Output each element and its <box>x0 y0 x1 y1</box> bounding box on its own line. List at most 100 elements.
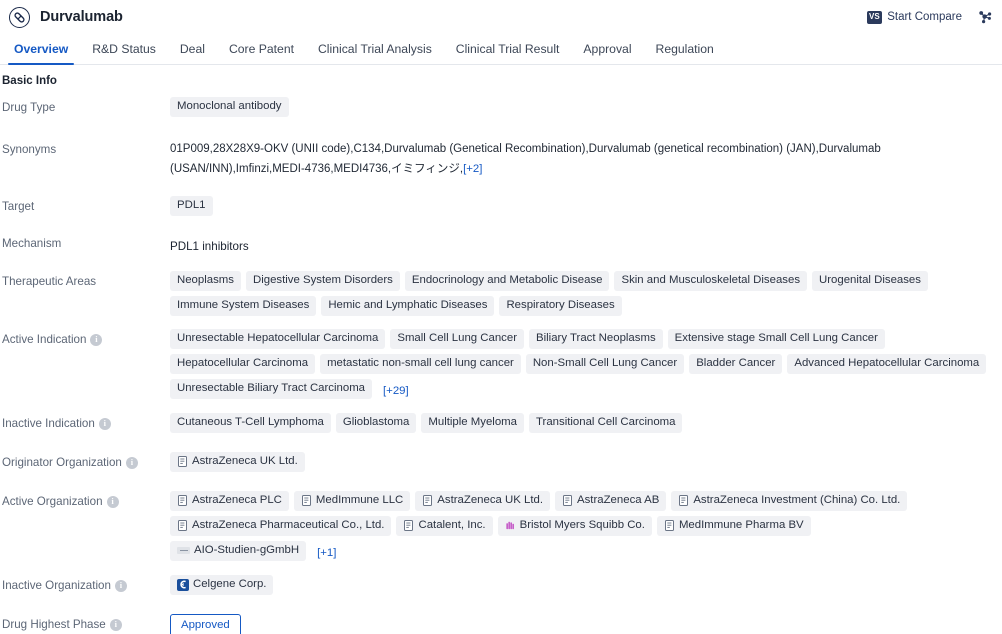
row-drug-type: Drug Type Monoclonal antibody <box>0 96 1002 122</box>
therapeutic-area-tag[interactable]: Neoplasms <box>170 271 241 291</box>
active-organization-tag[interactable]: AstraZeneca UK Ltd. <box>415 491 551 511</box>
row-value: 01P009,28X28X9-OKV (UNII code),C134,Durv… <box>170 138 1002 179</box>
synonyms-more-link[interactable]: [+2] <box>463 163 482 175</box>
active-organization-tag[interactable]: Bristol Myers Squibb Co. <box>497 516 652 536</box>
tag-label: Celgene Corp. <box>193 578 267 590</box>
info-icon[interactable]: i <box>114 579 127 592</box>
tag-label: Cutaneous T-Cell Lymphoma <box>177 416 324 428</box>
bms-logo-icon <box>505 520 516 531</box>
tag-label: AstraZeneca PLC <box>192 494 282 506</box>
row-target: Target PDL1 <box>0 195 1002 221</box>
celgene-logo-icon <box>177 578 189 591</box>
therapeutic-area-tag[interactable]: Skin and Musculoskeletal Diseases <box>614 271 808 291</box>
inactive-indication-tag[interactable]: Transitional Cell Carcinoma <box>529 413 683 433</box>
tag-label: metastatic non-small cell lung cancer <box>327 357 514 369</box>
tag-label: Unresectable Hepatocellular Carcinoma <box>177 332 379 344</box>
active-indication-tag[interactable]: Extensive stage Small Cell Lung Cancer <box>667 329 885 349</box>
active-indication-tag[interactable]: Unresectable Biliary Tract Carcinoma <box>170 379 373 399</box>
vs-badge: VS <box>866 10 883 24</box>
tab-rd-status[interactable]: R&D Status <box>80 34 168 64</box>
building-icon <box>403 520 414 532</box>
tag-label: AstraZeneca UK Ltd. <box>192 455 298 467</box>
active-indication-tag[interactable]: Advanced Hepatocellular Carcinoma <box>787 354 987 374</box>
active-indication-tag[interactable]: Unresectable Hepatocellular Carcinoma <box>170 329 386 349</box>
info-icon[interactable]: i <box>98 417 111 430</box>
therapeutic-area-tag[interactable]: Respiratory Diseases <box>499 296 622 316</box>
row-label: Drug Type <box>0 96 170 114</box>
info-icon[interactable]: i <box>106 495 119 508</box>
tag-label: AstraZeneca UK Ltd. <box>437 494 544 506</box>
row-label: Therapeutic Areas <box>0 270 170 288</box>
tag-label: Non-Small Cell Lung Cancer <box>532 357 678 369</box>
overview-body: Basic Info Drug Type Monoclonal antibody… <box>0 65 1002 634</box>
tab-regulation[interactable]: Regulation <box>644 34 726 64</box>
active-organization-tag[interactable]: MedImmune Pharma BV <box>656 516 811 536</box>
row-label: Synonyms <box>0 138 170 156</box>
tab-deal[interactable]: Deal <box>168 34 217 64</box>
active-organization-tag[interactable]: MedImmune LLC <box>293 491 411 511</box>
inactive-organization-tag[interactable]: Celgene Corp. <box>170 575 274 595</box>
therapeutic-area-tag[interactable]: Digestive System Disorders <box>245 271 400 291</box>
tag-label: Biliary Tract Neoplasms <box>536 332 656 344</box>
inactive-indication-tag[interactable]: Multiple Myeloma <box>421 413 524 433</box>
row-value: AstraZeneca PLC MedImmune LLC AstraZenec… <box>170 490 930 561</box>
info-icon[interactable]: i <box>90 333 103 346</box>
tab-label: Deal <box>179 42 205 56</box>
aio-logo-icon <box>177 547 190 554</box>
drug-type-tag[interactable]: Monoclonal antibody <box>170 97 289 117</box>
synonyms-text: 01P009,28X28X9-OKV (UNII code),C134,Durv… <box>170 143 881 175</box>
share-network-icon[interactable] <box>976 8 994 26</box>
therapeutic-area-tag[interactable]: Endocrinology and Metabolic Disease <box>404 271 610 291</box>
active-organization-tag[interactable]: AstraZeneca Investment (China) Co. Ltd. <box>671 491 908 511</box>
row-label: Inactive Indication i <box>0 412 170 430</box>
row-label-text: Target <box>2 200 35 213</box>
start-compare-button[interactable]: VS Start Compare <box>866 10 962 24</box>
capsule-pill-icon <box>9 6 30 28</box>
therapeutic-area-tag[interactable]: Urogenital Diseases <box>812 271 928 291</box>
tab-approval[interactable]: Approval <box>571 34 643 64</box>
row-value: Cutaneous T-Cell Lymphoma Glioblastoma M… <box>170 412 1002 433</box>
status-badge[interactable]: Approved <box>170 614 241 634</box>
info-icon[interactable]: i <box>109 618 122 631</box>
active-indication-tag[interactable]: metastatic non-small cell lung cancer <box>320 354 521 374</box>
tab-clinical-trial-analysis[interactable]: Clinical Trial Analysis <box>306 34 444 64</box>
row-label-text: Synonyms <box>2 143 57 156</box>
building-icon <box>177 495 188 507</box>
therapeutic-area-tag[interactable]: Immune System Diseases <box>170 296 317 316</box>
row-label-text: Active Indication <box>2 333 87 346</box>
tag-label: MedImmune LLC <box>315 494 404 506</box>
info-icon[interactable]: i <box>125 456 138 469</box>
tab-core-patent[interactable]: Core Patent <box>217 34 306 64</box>
therapeutic-area-tag[interactable]: Hemic and Lymphatic Diseases <box>321 296 495 316</box>
row-value: PDL1 <box>170 195 1002 216</box>
active-organization-tag[interactable]: AstraZeneca AB <box>555 491 667 511</box>
inactive-indication-tag[interactable]: Glioblastoma <box>335 413 417 433</box>
row-label: Active Indication i <box>0 328 170 346</box>
tab-label: Regulation <box>655 42 714 56</box>
row-value: Unresectable Hepatocellular Carcinoma Sm… <box>170 328 996 399</box>
active-organization-tag[interactable]: AIO-Studien-gGmbH <box>170 541 307 561</box>
active-indication-tag[interactable]: Bladder Cancer <box>689 354 783 374</box>
tab-overview[interactable]: Overview <box>2 34 80 65</box>
active-indication-tag[interactable]: Non-Small Cell Lung Cancer <box>525 354 685 374</box>
tab-clinical-trial-result[interactable]: Clinical Trial Result <box>444 34 572 64</box>
tag-label: Respiratory Diseases <box>506 299 615 311</box>
inactive-indication-tag[interactable]: Cutaneous T-Cell Lymphoma <box>170 413 331 433</box>
tag-label: Bristol Myers Squibb Co. <box>519 519 645 531</box>
originator-organization-tag[interactable]: AstraZeneca UK Ltd. <box>170 452 305 472</box>
active-organization-tag[interactable]: Catalent, Inc. <box>396 516 493 536</box>
row-label-text: Drug Highest Phase <box>2 618 106 631</box>
active-organization-tag[interactable]: AstraZeneca PLC <box>170 491 289 511</box>
tag-label: Extensive stage Small Cell Lung Cancer <box>674 332 878 344</box>
building-icon <box>177 456 188 468</box>
active-indication-tag[interactable]: Biliary Tract Neoplasms <box>529 329 663 349</box>
building-icon <box>177 520 188 532</box>
active-indication-more-link[interactable]: [+29] <box>383 382 409 397</box>
active-indication-tag[interactable]: Small Cell Lung Cancer <box>390 329 525 349</box>
tab-label: Overview <box>14 42 69 56</box>
row-active-indication: Active Indication i Unresectable Hepatoc… <box>0 328 1002 399</box>
active-organization-more-link[interactable]: [+1] <box>317 544 336 559</box>
target-tag[interactable]: PDL1 <box>170 196 213 216</box>
active-organization-tag[interactable]: AstraZeneca Pharmaceutical Co., Ltd. <box>170 516 392 536</box>
active-indication-tag[interactable]: Hepatocellular Carcinoma <box>170 354 316 374</box>
